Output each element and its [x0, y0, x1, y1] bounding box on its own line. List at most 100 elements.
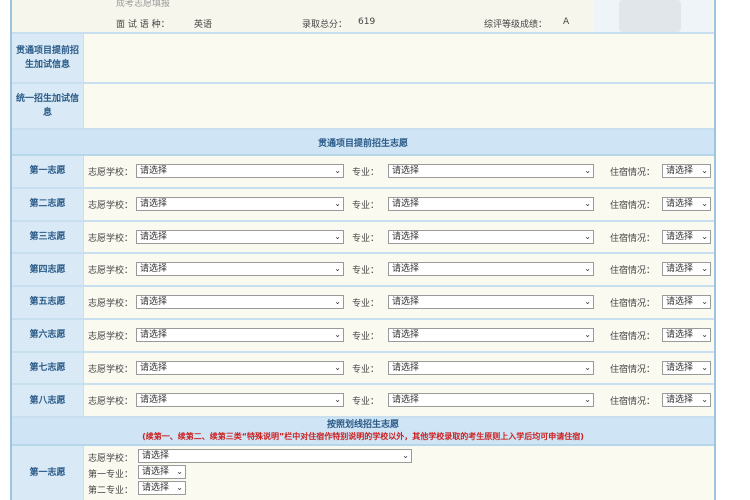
- select-value: 请选择: [392, 297, 420, 307]
- choice-label: 第四志愿: [12, 254, 84, 285]
- chevron-down-icon: ⌄: [584, 362, 591, 372]
- section2-major2-select[interactable]: 请选择 ⌄: [138, 481, 186, 495]
- major-select[interactable]: 请选择 ⌄: [388, 164, 594, 178]
- housing-label: 住宿情况：: [610, 200, 656, 211]
- select-value: 请选择: [140, 198, 168, 209]
- school-select[interactable]: 请选择 ⌄: [136, 164, 344, 178]
- choice-row: 第四志愿 志愿学校： 请选择 ⌄ 专业： 请选择 ⌄ 住宿情况： 请选择 ⌄: [12, 254, 714, 287]
- housing-select[interactable]: 请选择 ⌄: [662, 196, 711, 211]
- major-select[interactable]: 请选择 ⌄: [388, 229, 594, 244]
- housing-label: 住宿情况：: [610, 168, 656, 178]
- school-label: 志愿学校：: [88, 200, 134, 211]
- exam-language-label: 面 试 语 种：: [116, 20, 170, 30]
- select-value: 请选择: [666, 297, 694, 307]
- school-select[interactable]: 请选择 ⌄: [136, 229, 344, 244]
- chevron-down-icon: ⌄: [584, 198, 591, 208]
- choice-label: 第六志愿: [12, 319, 84, 351]
- chevron-down-icon: ⌄: [701, 329, 708, 339]
- section2-major1-select[interactable]: 请选择 ⌄: [138, 465, 186, 479]
- exam-language-value: 英语: [194, 20, 213, 30]
- select-value: 请选择: [142, 467, 170, 477]
- section2-note: (续第一、续第二、续第三类“特殊说明”栏中对住宿作特别说明的学校以外，其他学校录…: [142, 432, 584, 441]
- housing-label: 住宿情况：: [610, 331, 656, 342]
- major-label: 专业：: [352, 168, 380, 178]
- grade-label: 综评等级成绩：: [484, 20, 548, 30]
- choice-row: 第二志愿 志愿学校： 请选择 ⌄ 专业： 请选择 ⌄ 住宿情况： 请选择 ⌄: [12, 188, 714, 222]
- chevron-down-icon: ⌄: [334, 231, 341, 241]
- advance-exam-info-label: 贯通项目提前招生加试信息: [12, 34, 84, 82]
- chevron-down-icon: ⌄: [334, 198, 341, 208]
- select-value: 请选择: [392, 395, 420, 406]
- major-label: 专业：: [352, 364, 380, 375]
- section2-choice-label: 第一志愿: [12, 446, 84, 500]
- housing-select[interactable]: 请选择 ⌄: [662, 164, 711, 178]
- school-label: 志愿学校：: [88, 266, 134, 277]
- housing-select[interactable]: 请选择 ⌄: [662, 360, 711, 375]
- select-value: 请选择: [666, 264, 694, 275]
- school-select[interactable]: 请选择 ⌄: [136, 295, 344, 309]
- choice-label: 第二志愿: [12, 188, 84, 220]
- chevron-down-icon: ⌄: [334, 329, 341, 339]
- school-label: 志愿学校：: [88, 168, 134, 178]
- school-select[interactable]: 请选择 ⌄: [136, 262, 344, 277]
- select-value: 请选择: [140, 362, 168, 373]
- select-value: 请选择: [666, 198, 694, 209]
- chevron-down-icon: ⌄: [701, 198, 708, 208]
- unified-exam-info-label: 统一招生加试信息: [12, 84, 84, 128]
- select-value: 请选择: [666, 329, 694, 340]
- select-value: 请选择: [392, 362, 420, 373]
- grade-value: A: [563, 17, 570, 27]
- choice-label: 第五志愿: [12, 287, 84, 318]
- choice-label: 第一志愿: [12, 156, 84, 187]
- housing-select[interactable]: 请选择 ⌄: [662, 327, 711, 342]
- housing-label: 住宿情况：: [610, 397, 656, 408]
- school-select[interactable]: 请选择 ⌄: [136, 360, 344, 375]
- chevron-down-icon: ⌄: [176, 483, 183, 492]
- select-value: 请选择: [142, 451, 170, 461]
- housing-label: 住宿情况：: [610, 233, 656, 244]
- advance-exam-info-row: 贯通项目提前招生加试信息: [12, 34, 714, 84]
- major-select[interactable]: 请选择 ⌄: [388, 360, 594, 375]
- choice-row: 第八志愿 志愿学校： 请选择 ⌄ 专业： 请选择 ⌄ 住宿情况： 请选择 ⌄: [12, 385, 714, 418]
- section2-school-select[interactable]: 请选择 ⌄: [138, 449, 412, 463]
- school-label: 志愿学校：: [88, 233, 134, 244]
- total-score-value: 619: [358, 17, 376, 27]
- select-value: 请选择: [140, 166, 168, 176]
- select-value: 请选择: [666, 166, 694, 176]
- chevron-down-icon: ⌄: [334, 166, 341, 175]
- select-value: 请选择: [666, 362, 694, 373]
- housing-select[interactable]: 请选择 ⌄: [662, 262, 711, 277]
- unified-exam-info-row: 统一招生加试信息: [12, 84, 714, 130]
- choice-row: 第七志愿 志愿学校： 请选择 ⌄ 专业： 请选择 ⌄ 住宿情况： 请选择 ⌄: [12, 352, 714, 386]
- chevron-down-icon: ⌄: [584, 231, 591, 241]
- housing-select[interactable]: 请选择 ⌄: [662, 229, 711, 244]
- faded-header-text: 成考志愿填报: [116, 0, 171, 9]
- select-value: 请选择: [392, 166, 420, 176]
- chevron-down-icon: ⌄: [701, 264, 708, 274]
- select-value: 请选择: [140, 264, 168, 275]
- major-select[interactable]: 请选择 ⌄: [388, 262, 594, 277]
- select-value: 请选择: [392, 264, 420, 275]
- chevron-down-icon: ⌄: [584, 264, 591, 274]
- section2-header: 按照划线招生志愿 (续第一、续第二、续第三类“特殊说明”栏中对住宿作特别说明的学…: [12, 418, 714, 446]
- school-select[interactable]: 请选择 ⌄: [136, 196, 344, 211]
- section2-major2-label: 第二专业：: [88, 486, 134, 496]
- housing-select[interactable]: 请选择 ⌄: [662, 393, 711, 408]
- chevron-down-icon: ⌄: [402, 451, 409, 460]
- major-select[interactable]: 请选择 ⌄: [388, 393, 594, 408]
- major-select[interactable]: 请选择 ⌄: [388, 295, 594, 309]
- major-select[interactable]: 请选择 ⌄: [388, 196, 594, 211]
- section2-major1-label: 第一专业：: [88, 470, 134, 480]
- major-select[interactable]: 请选择 ⌄: [388, 327, 594, 342]
- school-select[interactable]: 请选择 ⌄: [136, 393, 344, 408]
- chevron-down-icon: ⌄: [584, 166, 591, 175]
- school-select[interactable]: 请选择 ⌄: [136, 327, 344, 342]
- select-value: 请选择: [666, 395, 694, 406]
- chevron-down-icon: ⌄: [701, 231, 708, 241]
- housing-select[interactable]: 请选择 ⌄: [662, 295, 711, 309]
- chevron-down-icon: ⌄: [334, 264, 341, 274]
- select-value: 请选择: [140, 297, 168, 307]
- choice-label: 第三志愿: [12, 221, 84, 253]
- chevron-down-icon: ⌄: [701, 395, 708, 405]
- chevron-down-icon: ⌄: [584, 329, 591, 339]
